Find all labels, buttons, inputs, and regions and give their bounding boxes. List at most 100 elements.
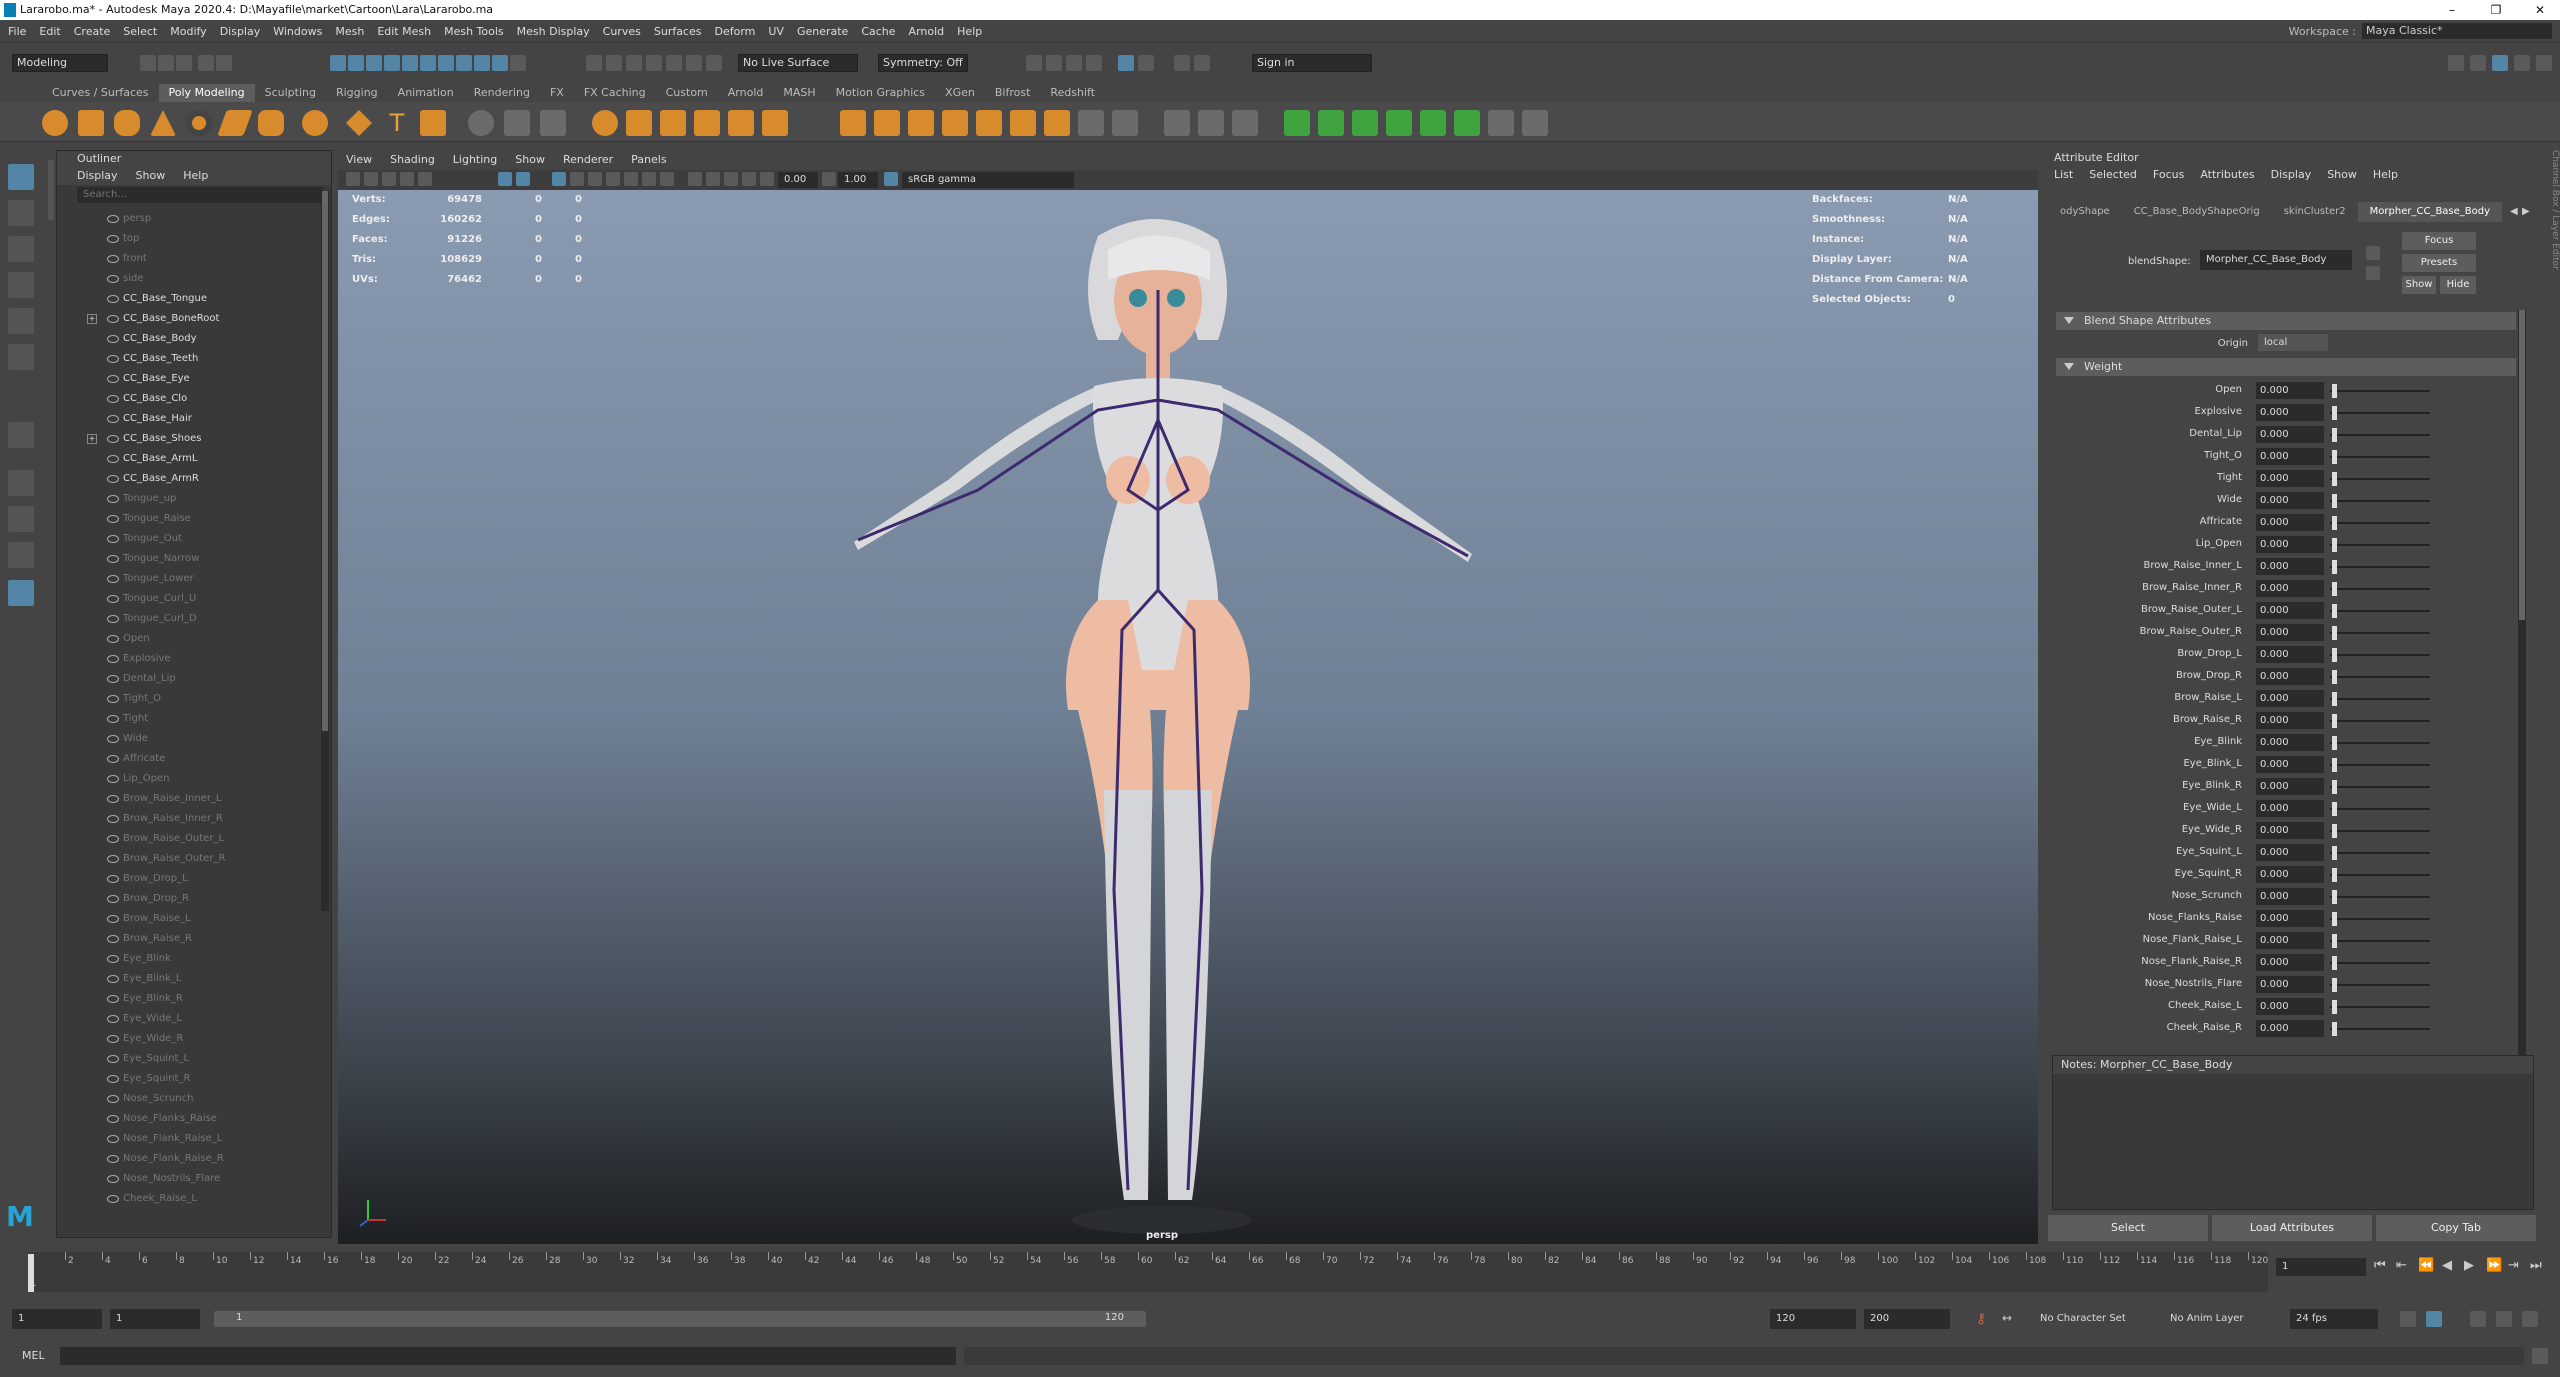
lights-icon[interactable] xyxy=(570,172,584,186)
go-to-start-icon[interactable]: ⏮ xyxy=(2374,1258,2386,1273)
weight-value-field[interactable]: 0.000 xyxy=(2256,668,2324,685)
outliner-persp-icon[interactable] xyxy=(8,542,34,568)
outliner-item[interactable]: Brow_Drop_R xyxy=(57,889,317,909)
tab-scroll-left-icon[interactable]: ◀ xyxy=(2510,206,2518,217)
weight-slider-handle[interactable] xyxy=(2332,780,2337,794)
viewport-menu-show[interactable]: Show xyxy=(515,150,545,170)
auto-key-icon[interactable]: ⚷ xyxy=(1976,1311,1986,1327)
weight-slider-track[interactable] xyxy=(2330,940,2430,942)
weight-value-field[interactable]: 0.000 xyxy=(2256,998,2324,1015)
lasso-tool-icon[interactable] xyxy=(8,200,34,226)
animation-start-field[interactable]: 1 xyxy=(12,1309,102,1329)
append-icon[interactable] xyxy=(908,110,934,136)
outliner-item[interactable]: Nose_Nostrils_Flare xyxy=(57,1169,317,1189)
undo-icon[interactable] xyxy=(198,55,214,71)
image-plane-icon[interactable] xyxy=(400,172,414,186)
sculpt-icon[interactable] xyxy=(468,110,494,136)
arnold-render-icon[interactable] xyxy=(1138,55,1154,71)
weight-slider-track[interactable] xyxy=(2330,588,2430,590)
ae-tab-morpher-cc-base-body[interactable]: Morpher_CC_Base_Body xyxy=(2357,202,2503,222)
channel-box-toggle-icon[interactable] xyxy=(2470,55,2486,71)
shelf-tab-animation[interactable]: Animation xyxy=(388,84,464,102)
outliner-item[interactable]: Eye_Squint_R xyxy=(57,1069,317,1089)
presets-button[interactable]: Presets xyxy=(2402,254,2476,272)
weight-slider-handle[interactable] xyxy=(2332,868,2337,882)
minimize-icon[interactable]: – xyxy=(2432,0,2472,20)
shelf-tab-poly-modeling[interactable]: Poly Modeling xyxy=(158,84,255,102)
weight-slider-track[interactable] xyxy=(2330,896,2430,898)
outliner-scrollbar[interactable] xyxy=(321,191,329,911)
select-button[interactable]: Select xyxy=(2048,1215,2208,1241)
open-scene-icon[interactable] xyxy=(158,55,174,71)
view-transform-dropdown[interactable]: sRGB gamma xyxy=(902,172,1074,188)
copy-tab-button[interactable]: Copy Tab xyxy=(2376,1215,2536,1241)
weight-slider-track[interactable] xyxy=(2330,698,2430,700)
current-frame-field[interactable]: 1 xyxy=(2276,1258,2366,1276)
weight-value-field[interactable]: 0.000 xyxy=(2256,778,2324,795)
render-frame-icon[interactable] xyxy=(1026,55,1042,71)
rotate-tool-icon[interactable] xyxy=(8,308,34,334)
poly-platonic-icon[interactable] xyxy=(302,110,328,136)
step-forward-frame-icon[interactable]: ⏩ xyxy=(2486,1258,2502,1273)
weight-slider-handle[interactable] xyxy=(2332,560,2337,574)
ae-menu-show[interactable]: Show xyxy=(2327,166,2357,184)
select-curve-icon[interactable] xyxy=(420,55,436,71)
poly-disc-icon[interactable] xyxy=(258,110,284,136)
viewport-menu-renderer[interactable]: Renderer xyxy=(563,150,613,170)
weight-slider-handle[interactable] xyxy=(2332,912,2337,926)
separate-icon[interactable] xyxy=(626,110,652,136)
menu-display[interactable]: Display xyxy=(220,25,261,38)
outliner-item[interactable]: Tongue_Lower xyxy=(57,569,317,589)
range-slider[interactable]: 1 120 xyxy=(214,1311,1146,1327)
menu-set-dropdown[interactable]: Modeling xyxy=(12,54,108,72)
weight-value-field[interactable]: 0.000 xyxy=(2256,712,2324,729)
restore-icon[interactable]: ❐ xyxy=(2476,0,2516,20)
weight-slider-track[interactable] xyxy=(2330,720,2430,722)
menu-arnold[interactable]: Arnold xyxy=(909,25,945,38)
outliner-item[interactable]: Explosive xyxy=(57,649,317,669)
wireframe-icon[interactable] xyxy=(498,172,512,186)
close-icon[interactable]: ✕ xyxy=(2520,0,2560,20)
chamfer-icon[interactable] xyxy=(1078,110,1104,136)
weight-slider-track[interactable] xyxy=(2330,984,2430,986)
outliner-item[interactable]: Brow_Raise_Inner_L xyxy=(57,789,317,809)
weight-slider-track[interactable] xyxy=(2330,874,2430,876)
menu-surfaces[interactable]: Surfaces xyxy=(654,25,702,38)
weight-slider-handle[interactable] xyxy=(2332,384,2337,398)
select-render-icon[interactable] xyxy=(492,55,508,71)
modeling-toolkit-icon[interactable] xyxy=(2536,55,2552,71)
reduce-icon[interactable] xyxy=(762,110,788,136)
weight-slider-track[interactable] xyxy=(2330,632,2430,634)
select-deform-icon[interactable] xyxy=(456,55,472,71)
outliner-item[interactable]: + CC_Base_BoneRoot xyxy=(57,309,317,329)
sign-in-dropdown[interactable]: Sign in xyxy=(1252,54,1372,72)
outliner-item[interactable]: CC_Base_Body xyxy=(57,329,317,349)
bridge-icon[interactable] xyxy=(874,110,900,136)
ae-menu-display[interactable]: Display xyxy=(2271,166,2312,184)
uv-unfold-icon[interactable] xyxy=(1420,110,1446,136)
weight-value-field[interactable]: 0.000 xyxy=(2256,558,2324,575)
move-tool-icon[interactable] xyxy=(8,272,34,298)
weight-value-field[interactable]: 0.000 xyxy=(2256,756,2324,773)
weight-slider-track[interactable] xyxy=(2330,412,2430,414)
shelf-tab-mash[interactable]: MASH xyxy=(773,84,825,102)
ae-tab-skincluster2[interactable]: skinCluster2 xyxy=(2272,202,2358,222)
poly-cone-icon[interactable] xyxy=(150,110,176,136)
outliner-item[interactable]: front xyxy=(57,249,317,269)
weight-value-field[interactable]: 0.000 xyxy=(2256,492,2324,509)
weight-slider-track[interactable] xyxy=(2330,962,2430,964)
uv-layout-icon[interactable] xyxy=(1454,110,1480,136)
weight-value-field[interactable]: 0.000 xyxy=(2256,800,2324,817)
weight-value-field[interactable]: 0.000 xyxy=(2256,844,2324,861)
outliner-item[interactable]: CC_Base_ArmR xyxy=(57,469,317,489)
uv-spherical-icon[interactable] xyxy=(1352,110,1378,136)
menu-modify[interactable]: Modify xyxy=(170,25,206,38)
outliner-item[interactable]: Dental_Lip xyxy=(57,669,317,689)
outliner-item[interactable]: Nose_Flanks_Raise xyxy=(57,1109,317,1129)
outliner-item[interactable]: CC_Base_ArmL xyxy=(57,449,317,469)
animation-preferences-icon[interactable] xyxy=(2496,1311,2512,1327)
outliner-item[interactable]: CC_Base_Eye xyxy=(57,369,317,389)
outliner-item[interactable]: + CC_Base_Shoes xyxy=(57,429,317,449)
shelf-tab-rendering[interactable]: Rendering xyxy=(464,84,540,102)
paint-select-icon[interactable] xyxy=(8,236,34,262)
